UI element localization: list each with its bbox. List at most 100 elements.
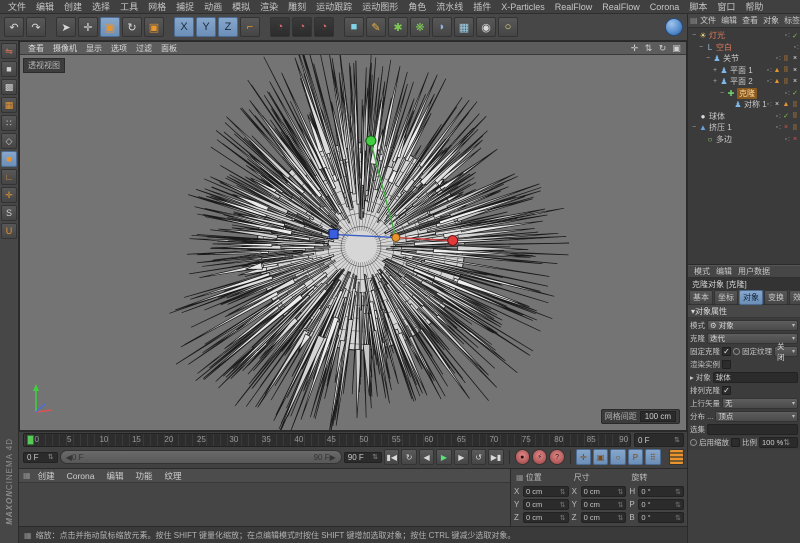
menu-item-1[interactable]: 编辑	[31, 0, 59, 13]
menu-item-16[interactable]: X-Particles	[496, 2, 550, 12]
spinner-icon[interactable]: ⇅	[372, 453, 378, 461]
menu-item-14[interactable]: 流水线	[431, 0, 468, 13]
object-name[interactable]: 平面 2	[730, 76, 753, 87]
om-menu-3[interactable]: 对象	[761, 15, 782, 26]
dots-tag-icon[interactable]: ⠿	[791, 112, 799, 120]
attr-checkbox[interactable]	[731, 438, 740, 447]
object-name[interactable]: 克隆	[737, 88, 757, 99]
spinner-icon[interactable]: ⇅	[617, 501, 623, 509]
expand-toggle-icon[interactable]: −	[704, 55, 712, 62]
visibility-dots-icon[interactable]: :	[770, 78, 772, 85]
attr-checkbox[interactable]: ✓	[722, 347, 731, 356]
tri-tag-icon[interactable]: ▲	[782, 101, 790, 108]
am-menu-1[interactable]: 编辑	[713, 266, 735, 277]
menu-item-6[interactable]: 捕捉	[171, 0, 199, 13]
add-camera-icon[interactable]: ◉	[476, 17, 496, 37]
xwhite-tag-icon[interactable]: ×	[791, 78, 799, 85]
om-burger-icon[interactable]: ▤	[690, 16, 698, 25]
texture-mode-icon[interactable]: ▩	[1, 79, 17, 95]
menu-item-10[interactable]: 雕刻	[283, 0, 311, 13]
menu-item-2[interactable]: 创建	[59, 0, 87, 13]
menu-item-22[interactable]: 帮助	[740, 0, 768, 13]
menu-item-20[interactable]: 脚本	[684, 0, 712, 13]
viewport-menu-2[interactable]: 显示	[82, 43, 106, 54]
rotate-view-icon[interactable]: ↻	[657, 43, 668, 54]
xwhite-tag-icon[interactable]: ×	[791, 55, 799, 62]
xred-tag-icon[interactable]: ×	[791, 136, 799, 143]
visibility-dots-icon[interactable]: :	[788, 90, 790, 97]
object-name[interactable]: 多边	[716, 134, 732, 145]
object-name[interactable]: 空白	[716, 42, 732, 53]
om-menu-2[interactable]: 查看	[740, 15, 761, 26]
record-keyframe-button[interactable]: ●	[515, 449, 530, 465]
menu-item-8[interactable]: 模拟	[227, 0, 255, 13]
layer-box-icon[interactable]: ▫	[776, 113, 778, 120]
om-menu-0[interactable]: 文件	[698, 15, 719, 26]
material-menu-2[interactable]: 编辑	[101, 470, 128, 482]
expand-toggle-icon[interactable]: −	[690, 32, 698, 39]
prev-frame-button[interactable]: ◀	[419, 449, 434, 465]
undo-icon[interactable]: ↶	[4, 17, 24, 37]
coord-system-icon[interactable]: ⌐	[240, 17, 260, 37]
object-name[interactable]: 平面 1	[730, 65, 753, 76]
add-deformer-icon[interactable]: ◗	[432, 17, 452, 37]
object-row-8[interactable]: −▲挤压 1▫:×⠿	[688, 122, 800, 134]
key-pla-button[interactable]: ⠿	[645, 449, 660, 465]
next-frame-button[interactable]: ▶	[454, 449, 469, 465]
object-row-1[interactable]: −L空白▫:	[688, 42, 800, 54]
layer-box-icon[interactable]: ▫	[776, 124, 778, 131]
coord-field-位置-Y[interactable]: 0 cm⇅	[523, 499, 569, 510]
render-settings-icon[interactable]: ◔	[314, 17, 334, 37]
tab-基本[interactable]: 基本	[689, 290, 713, 305]
workplane-mode-icon[interactable]: ▦	[1, 97, 17, 113]
lock-y-icon[interactable]: Y	[196, 17, 216, 37]
attr-dropdown-分布 ...[interactable]: 顶点▾	[715, 411, 798, 422]
add-primitive-icon[interactable]: ■	[344, 17, 364, 37]
om-menu-4[interactable]: 标签	[782, 15, 800, 26]
spinner-icon[interactable]: ⇅	[675, 501, 681, 509]
visibility-dots-icon[interactable]: :	[770, 101, 772, 108]
menu-item-15[interactable]: 插件	[468, 0, 496, 13]
attribute-section-header[interactable]: ▾ 对象属性	[688, 305, 800, 318]
attr-field-比例[interactable]: 100 %⇅	[759, 437, 798, 448]
am-menu-2[interactable]: 用户数据	[735, 266, 773, 277]
object-row-3[interactable]: +♟平面 1▫:▲⠿×	[688, 65, 800, 77]
attr-dropdown-上行矢量[interactable]: 无▾	[722, 398, 798, 409]
range-start-field[interactable]: 0 F ⇅	[23, 452, 58, 463]
menu-item-4[interactable]: 工具	[115, 0, 143, 13]
timeline-ruler[interactable]: 051015202530354045505560657075808590	[23, 433, 631, 447]
layer-box-icon[interactable]: ▫	[776, 55, 778, 62]
playhead[interactable]	[27, 435, 34, 445]
material-menu-4[interactable]: 纹理	[160, 470, 187, 482]
spinner-icon[interactable]: ⇅	[674, 436, 680, 444]
visibility-dots-icon[interactable]: :	[770, 67, 772, 74]
menu-item-13[interactable]: 角色	[403, 0, 431, 13]
xred-tag-icon[interactable]: ×	[782, 124, 790, 131]
range-end-field[interactable]: 90 F ⇅	[344, 452, 382, 463]
object-row-7[interactable]: ●球体▫:✓⠿	[688, 111, 800, 123]
enable-axis-icon[interactable]: ✛	[1, 187, 17, 203]
menu-item-5[interactable]: 网格	[143, 0, 171, 13]
viewport-menu-0[interactable]: 查看	[24, 43, 48, 54]
viewport-menu-4[interactable]: 过滤	[132, 43, 156, 54]
coord-field-尺寸-Z[interactable]: 0 cm⇅	[581, 512, 627, 523]
layer-box-icon[interactable]: ▫	[767, 101, 769, 108]
tri-tag-icon[interactable]: ▲	[773, 78, 781, 85]
object-name[interactable]: 球体	[709, 111, 725, 122]
tab-变换[interactable]: 变换	[764, 290, 788, 305]
xwhite-tag-icon[interactable]: ×	[791, 67, 799, 74]
object-name[interactable]: 对称 1	[744, 99, 767, 110]
pan-view-icon[interactable]: ✛	[629, 43, 640, 54]
spinner-icon[interactable]: ⇅	[560, 514, 566, 522]
layer-box-icon[interactable]: ▫	[794, 44, 796, 51]
autokeying-button[interactable]: ⚡	[532, 449, 547, 465]
viewport-menu-3[interactable]: 选项	[107, 43, 131, 54]
visibility-dots-icon[interactable]: :	[779, 55, 781, 62]
tri-tag-icon[interactable]: ▲	[773, 67, 781, 74]
spinner-icon[interactable]: ⇅	[783, 438, 790, 447]
add-light-icon[interactable]: ○	[498, 17, 518, 37]
layer-box-icon[interactable]: ▫	[767, 78, 769, 85]
wireframe-spiky-sphere[interactable]	[20, 55, 686, 430]
menu-item-9[interactable]: 渲染	[255, 0, 283, 13]
menu-item-7[interactable]: 动画	[199, 0, 227, 13]
